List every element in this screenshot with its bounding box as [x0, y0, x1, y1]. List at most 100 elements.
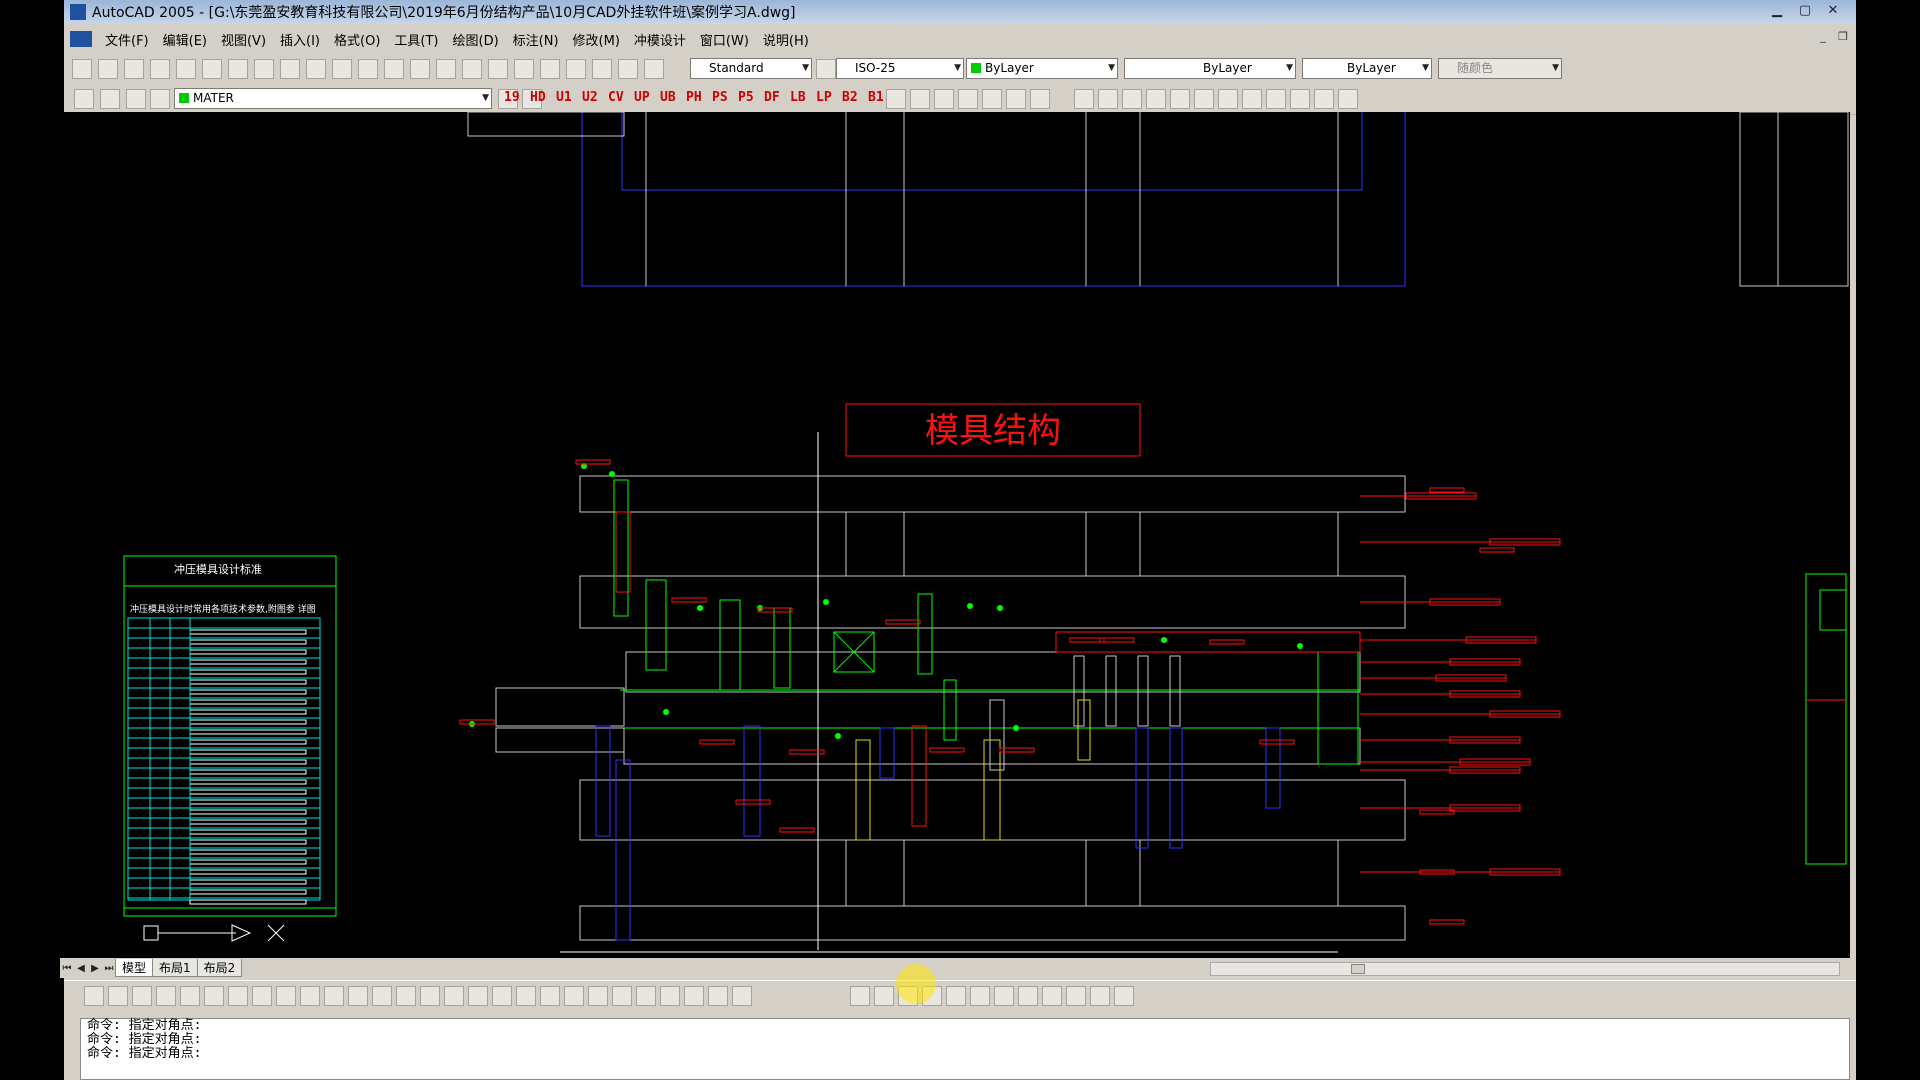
modify-tool-icon[interactable]: [1242, 89, 1262, 109]
close-icon[interactable]: ✕: [1820, 2, 1846, 20]
mdi-restore-icon[interactable]: ❐: [1834, 30, 1852, 43]
toolbar-tool-icon[interactable]: [462, 59, 482, 79]
bottom-tool-icon[interactable]: [108, 986, 128, 1006]
toolbar-tool-icon[interactable]: [410, 59, 430, 79]
bottom-tool-icon[interactable]: [156, 986, 176, 1006]
bottom-tool-icon[interactable]: [1090, 986, 1110, 1006]
bottom-tool-icon[interactable]: [612, 986, 632, 1006]
toolbar-tool-icon[interactable]: [592, 59, 612, 79]
bottom-tool-icon[interactable]: [492, 986, 512, 1006]
layout-tab[interactable]: 模型: [115, 959, 154, 977]
die-command-button[interactable]: PH: [686, 90, 702, 105]
color-select[interactable]: ByLayer ▼: [966, 58, 1118, 79]
die-tool-icon[interactable]: [958, 89, 978, 109]
dim-style-icon[interactable]: [816, 59, 836, 79]
toolbar-tool-icon[interactable]: [150, 59, 170, 79]
command-window[interactable]: 命令: 指定对角点: 命令: 指定对角点: 命令: 指定对角点:: [80, 1018, 1850, 1080]
bottom-tool-icon[interactable]: [396, 986, 416, 1006]
die-command-button[interactable]: HD: [530, 90, 546, 105]
modify-tool-icon[interactable]: [1266, 89, 1286, 109]
die-tool-icon[interactable]: [910, 89, 930, 109]
toolbar-tool-icon[interactable]: [618, 59, 638, 79]
bottom-tool-icon[interactable]: [732, 986, 752, 1006]
die-command-button[interactable]: 19: [504, 90, 520, 105]
menu-item[interactable]: 编辑(E): [156, 30, 214, 49]
cad-drawing[interactable]: 模具结构冲压模具设计标准冲压模具设计时常用各项技术参数,附图参 详图: [60, 112, 1850, 960]
layout-tab[interactable]: 布局2: [196, 959, 243, 977]
linetype-select[interactable]: ByLayer ▼: [1124, 58, 1296, 79]
minimize-icon[interactable]: ▁: [1764, 2, 1790, 20]
bottom-tool-icon[interactable]: [348, 986, 368, 1006]
document-icon[interactable]: [70, 31, 92, 47]
menu-item[interactable]: 文件(F): [98, 30, 156, 49]
title-bar[interactable]: AutoCAD 2005 - [G:\东莞盈安教育科技有限公司\2019年6月份…: [64, 0, 1856, 24]
mdi-minimize-icon[interactable]: _: [1814, 30, 1832, 43]
die-command-button[interactable]: U1: [556, 90, 572, 105]
toolbar-tool-icon[interactable]: [384, 59, 404, 79]
bottom-tool-icon[interactable]: [588, 986, 608, 1006]
die-command-button[interactable]: DF: [764, 90, 780, 105]
bottom-tool-icon[interactable]: [468, 986, 488, 1006]
menu-item[interactable]: 格式(O): [327, 30, 387, 49]
die-tool-icon[interactable]: [1006, 89, 1026, 109]
bottom-tool-icon[interactable]: [946, 986, 966, 1006]
scroll-thumb[interactable]: [1351, 964, 1365, 974]
bottom-tool-icon[interactable]: [874, 986, 894, 1006]
die-command-button[interactable]: PS: [712, 90, 728, 105]
die-command-button[interactable]: LP: [816, 90, 832, 105]
die-tool-icon[interactable]: [934, 89, 954, 109]
layout-tab[interactable]: 布局1: [152, 959, 198, 977]
toolbar-tool-icon[interactable]: [72, 59, 92, 79]
bottom-tool-icon[interactable]: [516, 986, 536, 1006]
menu-item[interactable]: 修改(M): [566, 30, 627, 49]
horizontal-scrollbar[interactable]: [1210, 962, 1840, 976]
bottom-tool-icon[interactable]: [684, 986, 704, 1006]
die-command-button[interactable]: LB: [790, 90, 806, 105]
bottom-tool-icon[interactable]: [180, 986, 200, 1006]
layer-tool-icon[interactable]: [100, 89, 120, 109]
maximize-icon[interactable]: ▢: [1792, 2, 1818, 20]
modify-tool-icon[interactable]: [1338, 89, 1358, 109]
bottom-tool-icon[interactable]: [1042, 986, 1062, 1006]
toolbar-tool-icon[interactable]: [228, 59, 248, 79]
die-command-button[interactable]: CV: [608, 90, 624, 105]
toolbar-tool-icon[interactable]: [280, 59, 300, 79]
modify-tool-icon[interactable]: [1098, 89, 1118, 109]
next-tab-icon[interactable]: ▶: [88, 963, 102, 974]
layer-tool-icon[interactable]: [150, 89, 170, 109]
bottom-tool-icon[interactable]: [708, 986, 728, 1006]
toolbar-tool-icon[interactable]: [644, 59, 664, 79]
die-command-button[interactable]: UB: [660, 90, 676, 105]
layer-tool-icon[interactable]: [74, 89, 94, 109]
toolbar-tool-icon[interactable]: [358, 59, 378, 79]
die-tool-icon[interactable]: [982, 89, 1002, 109]
die-tool-icon[interactable]: [886, 89, 906, 109]
die-tool-icon[interactable]: [1030, 89, 1050, 109]
autocad-app-icon[interactable]: [70, 4, 86, 20]
toolbar-tool-icon[interactable]: [566, 59, 586, 79]
bottom-tool-icon[interactable]: [1018, 986, 1038, 1006]
die-command-button[interactable]: P5: [738, 90, 754, 105]
last-tab-icon[interactable]: ⏭: [102, 963, 116, 974]
modify-tool-icon[interactable]: [1218, 89, 1238, 109]
modify-tool-icon[interactable]: [1290, 89, 1310, 109]
menu-item[interactable]: 视图(V): [214, 30, 273, 49]
bottom-tool-icon[interactable]: [660, 986, 680, 1006]
toolbar-tool-icon[interactable]: [514, 59, 534, 79]
bottom-tool-icon[interactable]: [850, 986, 870, 1006]
lineweight-select[interactable]: ByLayer ▼: [1302, 58, 1432, 79]
layer-select[interactable]: MATER ▼: [174, 88, 492, 109]
bottom-tool-icon[interactable]: [252, 986, 272, 1006]
toolbar-tool-icon[interactable]: [124, 59, 144, 79]
bottom-tool-icon[interactable]: [300, 986, 320, 1006]
toolbar-tool-icon[interactable]: [488, 59, 508, 79]
menu-item[interactable]: 冲模设计: [627, 30, 693, 49]
modify-tool-icon[interactable]: [1314, 89, 1334, 109]
modify-tool-icon[interactable]: [1122, 89, 1142, 109]
bottom-tool-icon[interactable]: [994, 986, 1014, 1006]
toolbar-tool-icon[interactable]: [306, 59, 326, 79]
toolbar-tool-icon[interactable]: [202, 59, 222, 79]
dim-style-select[interactable]: ISO-25 ▼: [836, 58, 964, 79]
menu-item[interactable]: 说明(H): [756, 30, 816, 49]
plot-style-select[interactable]: 随颜色 ▼: [1438, 58, 1562, 79]
